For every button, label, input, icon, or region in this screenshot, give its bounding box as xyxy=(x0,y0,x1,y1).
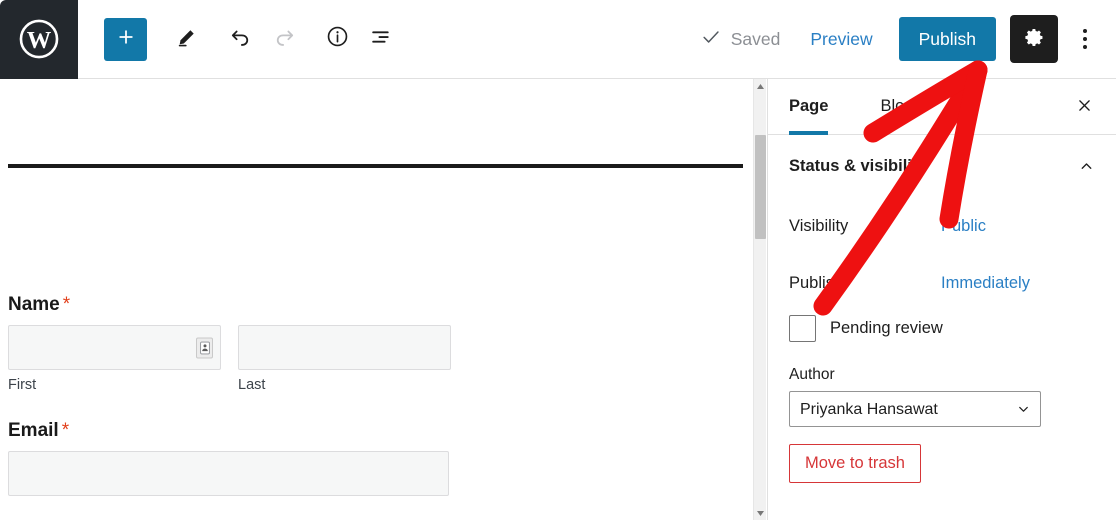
publish-date-label: Publish xyxy=(789,274,844,292)
chevron-up-icon[interactable] xyxy=(1078,158,1095,175)
editor-canvas[interactable]: Name * First Last Email * xyxy=(0,79,753,520)
scroll-up-arrow-icon[interactable] xyxy=(754,79,767,93)
settings-sidebar: Page Block Status & visibility Visibilit xyxy=(767,79,1116,520)
editor-scrollbar[interactable] xyxy=(753,79,766,520)
wordpress-logo-icon: W xyxy=(18,18,60,60)
status-visibility-panel-header[interactable]: Status & visibility xyxy=(768,135,1116,198)
editor-toolbar: W Saved Preview Publish xyxy=(0,0,1116,79)
redo-button[interactable] xyxy=(262,17,306,61)
visibility-value-button[interactable]: Public xyxy=(941,217,986,236)
pencil-icon xyxy=(175,25,199,54)
settings-button[interactable] xyxy=(1010,15,1058,63)
visibility-label: Visibility xyxy=(789,217,849,235)
first-name-input[interactable] xyxy=(8,325,221,370)
visibility-row: Visibility Public xyxy=(789,198,1095,255)
saved-status: Saved xyxy=(700,26,781,53)
email-field-group: Email * xyxy=(8,420,708,496)
list-view-icon xyxy=(369,24,394,54)
sidebar-tabs: Page Block xyxy=(768,79,1116,135)
close-sidebar-button[interactable] xyxy=(1066,89,1102,125)
first-name-column: First xyxy=(8,325,221,393)
name-inputs-row: First Last xyxy=(8,325,708,393)
first-name-sublabel: First xyxy=(8,377,37,393)
redo-arrow-icon xyxy=(272,24,297,54)
contact-card-icon[interactable] xyxy=(196,337,213,358)
move-to-trash-button[interactable]: Move to trash xyxy=(789,444,921,483)
kebab-menu-icon xyxy=(1083,29,1087,49)
required-marker-email: * xyxy=(61,420,70,441)
required-marker: * xyxy=(62,294,71,315)
tab-page[interactable]: Page xyxy=(789,79,829,135)
pending-review-row: Pending review xyxy=(789,315,1095,342)
saved-label: Saved xyxy=(730,28,781,49)
form-block: Name * First Last Email * xyxy=(8,294,708,496)
toolbar-left-group xyxy=(78,17,403,61)
details-button[interactable] xyxy=(315,17,359,61)
panel-title: Status & visibility xyxy=(789,157,927,175)
pending-review-checkbox[interactable] xyxy=(789,315,816,342)
pending-review-label[interactable]: Pending review xyxy=(830,319,943,338)
undo-arrow-icon xyxy=(228,24,253,54)
author-field-group: Author Priyanka Hansawat xyxy=(789,366,1095,427)
name-field-label: Name * xyxy=(8,294,71,315)
add-block-button[interactable] xyxy=(104,17,147,61)
more-options-button[interactable] xyxy=(1068,17,1102,61)
preview-button[interactable]: Preview xyxy=(810,29,872,50)
status-visibility-panel-body: Visibility Public Publish Immediately Pe… xyxy=(768,198,1116,483)
title-separator-rule xyxy=(8,164,743,168)
email-field-label: Email * xyxy=(8,420,70,441)
info-circle-icon xyxy=(325,24,350,54)
list-view-button[interactable] xyxy=(359,17,403,61)
last-name-column: Last xyxy=(238,325,451,393)
edit-tool-button[interactable] xyxy=(165,17,209,61)
tab-block[interactable]: Block xyxy=(880,79,920,135)
last-name-sublabel: Last xyxy=(238,377,266,393)
gear-icon xyxy=(1023,26,1046,52)
email-input[interactable] xyxy=(8,451,449,496)
scrollbar-thumb[interactable] xyxy=(755,135,766,239)
scroll-down-arrow-icon[interactable] xyxy=(754,506,767,520)
author-select[interactable]: Priyanka Hansawat xyxy=(789,391,1041,427)
last-name-input[interactable] xyxy=(238,325,451,370)
name-field-group: Name * First Last xyxy=(8,294,708,393)
checkmark-icon xyxy=(700,26,722,53)
undo-button[interactable] xyxy=(218,17,262,61)
close-icon xyxy=(1076,97,1093,117)
wordpress-logo-button[interactable]: W xyxy=(0,0,78,79)
plus-icon xyxy=(116,27,136,52)
publish-date-row: Publish Immediately xyxy=(789,255,1095,312)
publish-button[interactable]: Publish xyxy=(898,17,996,61)
author-label: Author xyxy=(789,366,835,383)
toolbar-right-group: Saved Preview Publish xyxy=(700,15,1116,63)
svg-text:W: W xyxy=(27,27,52,54)
wordpress-block-editor: W Saved Preview Publish Name * First Las… xyxy=(0,0,1116,520)
publish-date-value-button[interactable]: Immediately xyxy=(941,274,1030,293)
